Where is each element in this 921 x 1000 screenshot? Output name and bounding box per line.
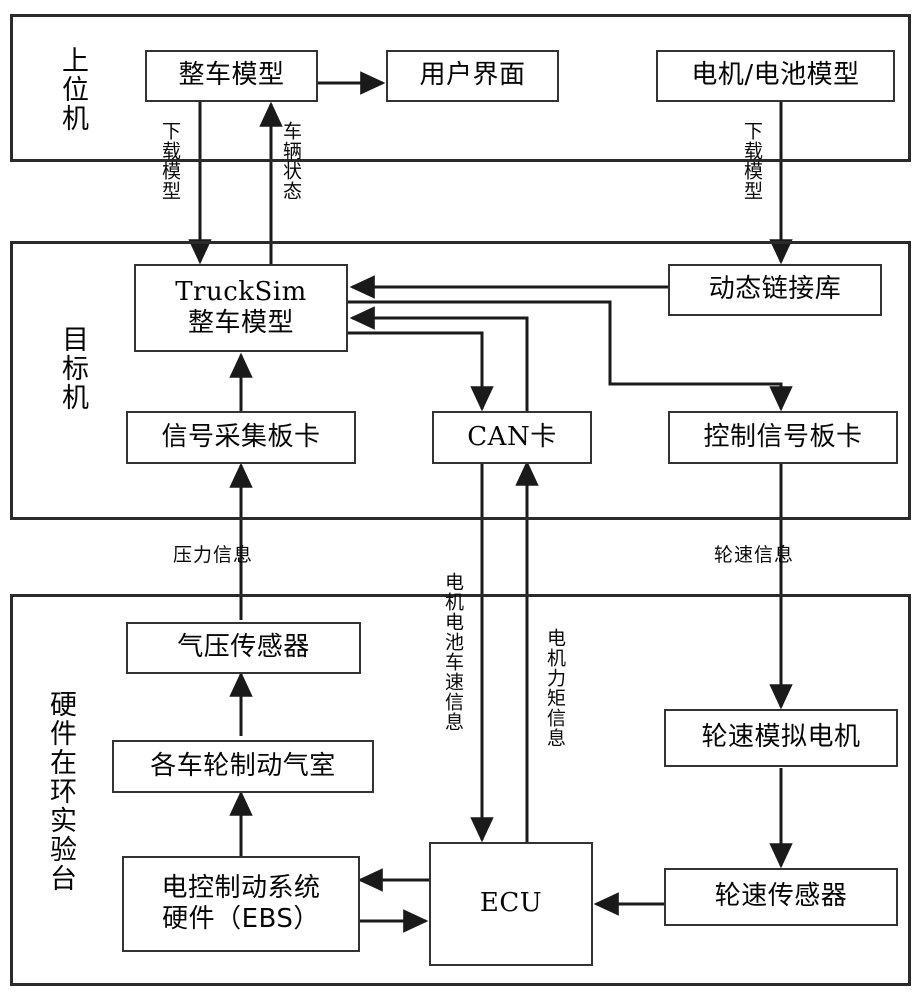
edge-label-download-model-left: 下载模型	[159, 121, 181, 201]
node-motor-battery-model-label: 电机/电池模型	[691, 60, 860, 91]
node-wheel-speed-simulation-motor[interactable]: 轮速模拟电机	[664, 709, 898, 767]
node-brake-chambers[interactable]: 各车轮制动气室	[112, 740, 374, 793]
node-signal-acquisition-card-label: 信号采集板卡	[161, 421, 321, 452]
node-dynamic-link-library[interactable]: 动态链接库	[668, 264, 882, 316]
edge-label-motor-torque-info: 电机力矩信息	[544, 628, 566, 748]
panel-hil-testbench-label: 硬件在环实验台	[45, 689, 76, 893]
node-air-pressure-sensor[interactable]: 气压传感器	[126, 622, 361, 674]
node-vehicle-model[interactable]: 整车模型	[145, 50, 318, 102]
edge-label-motor-battery-speed-info: 电机电池车速信息	[442, 572, 464, 732]
edge-label-download-model-right: 下载模型	[741, 121, 763, 201]
node-ebs-hardware-label-line2: 硬件（EBS）	[162, 904, 320, 934]
node-air-pressure-sensor-label: 气压传感器	[177, 632, 310, 663]
node-trucksim-label-line1: TruckSim	[175, 277, 307, 308]
edge-label-vehicle-state: 车辆状态	[280, 121, 302, 201]
node-ecu[interactable]: ECU	[429, 842, 593, 966]
node-dynamic-link-library-label: 动态链接库	[708, 274, 842, 305]
node-wheel-speed-sensor-label: 轮速传感器	[714, 881, 848, 912]
panel-host-computer-label: 上位机	[57, 45, 88, 133]
node-can-card[interactable]: CAN卡	[432, 411, 592, 464]
node-trucksim-label-line2: 整车模型	[187, 308, 294, 338]
node-vehicle-model-label: 整车模型	[178, 60, 285, 91]
node-control-signal-card-label: 控制信号板卡	[703, 421, 863, 452]
node-wheel-speed-simulation-motor-label: 轮速模拟电机	[701, 722, 861, 753]
node-trucksim-vehicle-model[interactable]: TruckSim 整车模型	[134, 264, 348, 352]
edge-label-pressure-info: 压力信息	[173, 544, 254, 566]
node-ebs-hardware-label-line1: 电控制动系统	[161, 873, 321, 904]
node-motor-battery-model[interactable]: 电机/电池模型	[656, 50, 895, 102]
node-user-interface-label: 用户界面	[419, 60, 526, 91]
node-wheel-speed-sensor[interactable]: 轮速传感器	[664, 868, 898, 926]
node-user-interface[interactable]: 用户界面	[386, 50, 559, 102]
panel-target-computer-label: 目标机	[57, 324, 88, 412]
diagram-canvas: 上位机 目标机 硬件在环实验台 整车模型 用户界面 电机/电池模型 TruckS…	[0, 0, 921, 1000]
edge-label-wheel-speed-info: 轮速信息	[714, 544, 795, 566]
node-ebs-hardware[interactable]: 电控制动系统 硬件（EBS）	[122, 856, 360, 952]
node-signal-acquisition-card[interactable]: 信号采集板卡	[126, 411, 356, 464]
node-brake-chambers-label: 各车轮制动气室	[150, 750, 336, 781]
node-can-card-label: CAN卡	[467, 421, 557, 452]
node-ecu-label: ECU	[479, 888, 543, 919]
node-control-signal-card[interactable]: 控制信号板卡	[668, 411, 898, 464]
